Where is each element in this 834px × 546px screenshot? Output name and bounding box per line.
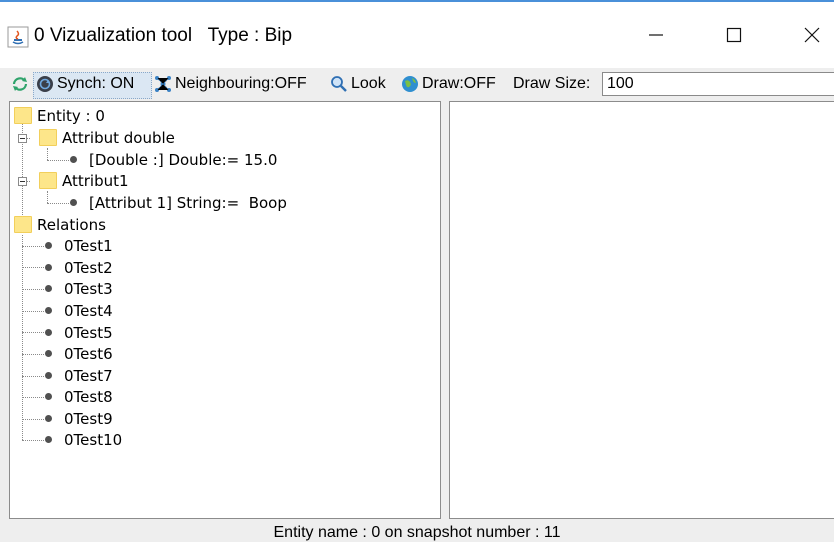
list-item[interactable]: 0Test1	[45, 235, 113, 256]
close-icon	[804, 27, 820, 43]
tree-node-label: Attribut double	[62, 128, 175, 147]
tree-node-label: Entity : 0	[37, 106, 105, 125]
split-pane-divider[interactable]	[442, 101, 448, 519]
tree-node-attribut-double[interactable]: Attribut double	[39, 127, 175, 148]
tree-leaf-label: [Attribut 1] String:= Boop	[89, 193, 287, 212]
tree-node-label: Attribut1	[62, 171, 129, 190]
tree-connector	[47, 203, 69, 204]
collapse-toggle[interactable]	[18, 177, 27, 186]
relation-label: 0Test9	[64, 409, 113, 428]
tree-connector	[47, 191, 48, 203]
collapse-toggle[interactable]	[18, 134, 27, 143]
neighbouring-toggle[interactable]: Neighbouring:OFF	[154, 68, 307, 100]
folder-icon	[39, 172, 57, 189]
leaf-bullet-icon	[45, 393, 52, 400]
folder-icon	[14, 107, 32, 124]
tree-connector	[22, 289, 44, 290]
synch-icon	[37, 76, 53, 92]
tree-connector	[22, 267, 44, 268]
leaf-bullet-icon	[45, 436, 52, 443]
relation-label: 0Test10	[64, 430, 123, 449]
relation-label: 0Test2	[64, 258, 113, 277]
leaf-bullet-icon	[45, 285, 52, 292]
tree-node-entity[interactable]: Entity : 0	[14, 105, 105, 126]
tree-leaf-label: [Double :] Double:= 15.0	[89, 150, 278, 169]
relation-label: 0Test3	[64, 279, 113, 298]
globe-icon	[402, 76, 418, 92]
synch-label: Synch: ON	[57, 75, 135, 92]
tree-leaf-double-value[interactable]: [Double :] Double:= 15.0	[70, 149, 277, 170]
tree-connector	[47, 148, 48, 160]
tree-connector	[22, 246, 44, 247]
leaf-bullet-icon	[45, 264, 52, 271]
list-item[interactable]: 0Test6	[45, 343, 113, 364]
visualization-panel[interactable]	[449, 101, 834, 519]
neighbouring-icon	[155, 76, 171, 92]
draw-size-label: Draw Size:	[513, 75, 591, 92]
list-item[interactable]: 0Test2	[45, 257, 113, 278]
refresh-button[interactable]	[11, 68, 32, 100]
tree-connector	[22, 397, 44, 398]
tree-leaf-attribut1-value[interactable]: [Attribut 1] String:= Boop	[70, 192, 287, 213]
list-item[interactable]: 0Test10	[45, 429, 122, 450]
minimize-icon	[649, 34, 663, 36]
tree-connector	[22, 419, 44, 420]
minimize-button[interactable]	[634, 12, 678, 58]
tree-connector	[22, 376, 44, 377]
tree-connector	[22, 440, 44, 441]
leaf-bullet-icon	[45, 329, 52, 336]
leaf-bullet-icon	[45, 372, 52, 379]
folder-icon	[14, 216, 32, 233]
relation-label: 0Test1	[64, 236, 113, 255]
leaf-bullet-icon	[45, 307, 52, 314]
synch-toggle[interactable]: Synch: ON	[36, 68, 134, 100]
neighbouring-label: Neighbouring:OFF	[175, 75, 307, 92]
tree-connector	[22, 235, 23, 440]
draw-label: Draw:OFF	[422, 75, 496, 92]
draw-size-input[interactable]: 100	[602, 72, 834, 96]
leaf-bullet-icon	[70, 199, 77, 206]
relation-label: 0Test8	[64, 387, 113, 406]
status-bar: Entity name : 0 on snapshot number : 11	[0, 520, 834, 542]
look-label: Look	[351, 75, 386, 92]
list-item[interactable]: 0Test4	[45, 300, 113, 321]
list-item[interactable]: 0Test7	[45, 365, 113, 386]
tree-node-relations[interactable]: Relations	[14, 214, 106, 235]
entity-tree[interactable]: Entity : 0 Attribut double [Double :] Do…	[9, 101, 441, 519]
close-button[interactable]	[790, 12, 834, 58]
java-app-icon	[7, 26, 29, 48]
relation-label: 0Test7	[64, 366, 113, 385]
draw-toggle[interactable]: Draw:OFF	[401, 68, 496, 100]
maximize-button[interactable]	[712, 12, 756, 58]
relation-label: 0Test4	[64, 301, 113, 320]
relation-label: 0Test6	[64, 344, 113, 363]
list-item[interactable]: 0Test3	[45, 278, 113, 299]
leaf-bullet-icon	[45, 415, 52, 422]
list-item[interactable]: 0Test9	[45, 408, 113, 429]
tree-node-label: Relations	[37, 215, 106, 234]
leaf-bullet-icon	[70, 156, 77, 163]
window-title: 0 Vizualization tool Type : Bip	[34, 25, 293, 46]
look-button[interactable]: Look	[330, 68, 386, 100]
magnifier-icon	[331, 76, 347, 92]
refresh-icon	[12, 77, 28, 91]
folder-icon	[39, 129, 57, 146]
tree-connector	[47, 160, 69, 161]
tree-connector	[22, 332, 44, 333]
title-bar[interactable]: 0 Vizualization tool Type : Bip	[0, 2, 834, 66]
list-item[interactable]: 0Test8	[45, 386, 113, 407]
maximize-icon	[726, 27, 742, 43]
tree-connector	[22, 311, 44, 312]
tree-node-attribut1[interactable]: Attribut1	[39, 170, 129, 191]
leaf-bullet-icon	[45, 242, 52, 249]
leaf-bullet-icon	[45, 350, 52, 357]
relation-label: 0Test5	[64, 323, 113, 342]
tree-connector	[22, 354, 44, 355]
list-item[interactable]: 0Test5	[45, 322, 113, 343]
